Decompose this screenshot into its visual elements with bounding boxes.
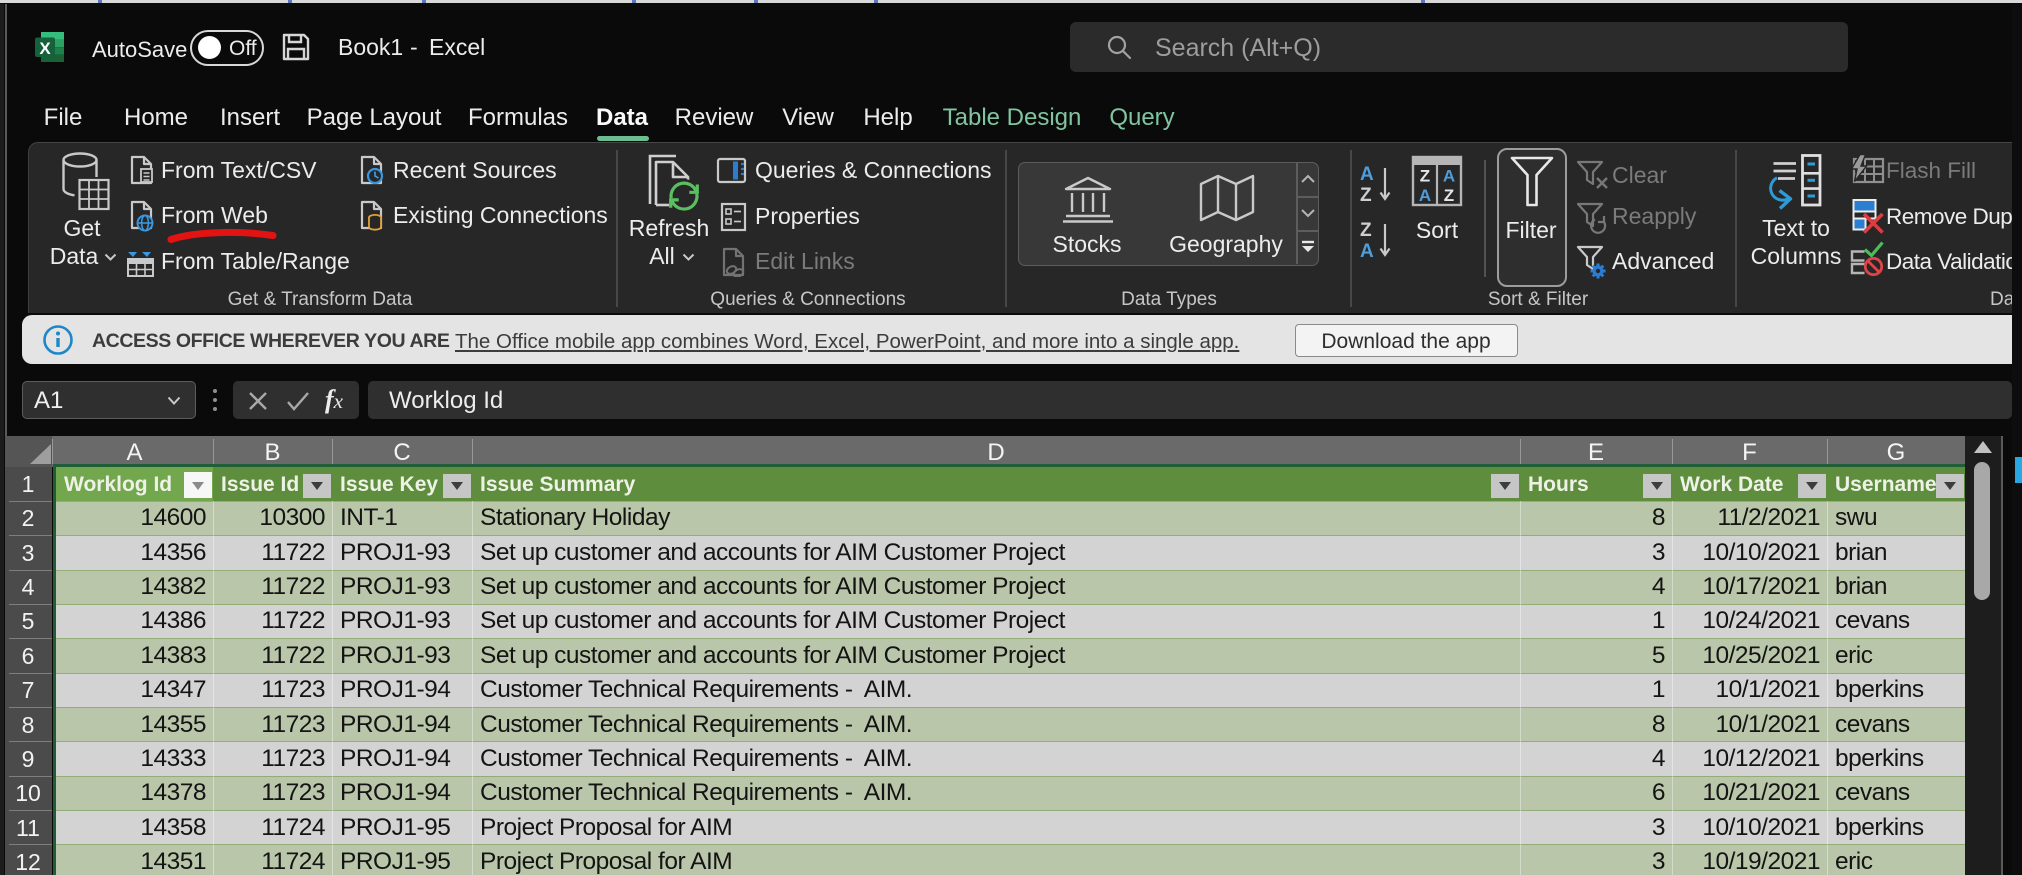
svg-text:Z: Z [1360,220,1372,241]
svg-text:A: A [1360,241,1374,261]
svg-text:Z: Z [1360,185,1372,205]
svg-text:X: X [39,39,51,58]
svg-text:A: A [1443,167,1455,186]
svg-text:Z: Z [1420,167,1430,186]
svg-text:A: A [1419,186,1431,205]
svg-text:Z: Z [1444,186,1454,205]
svg-text:A: A [1360,164,1374,185]
